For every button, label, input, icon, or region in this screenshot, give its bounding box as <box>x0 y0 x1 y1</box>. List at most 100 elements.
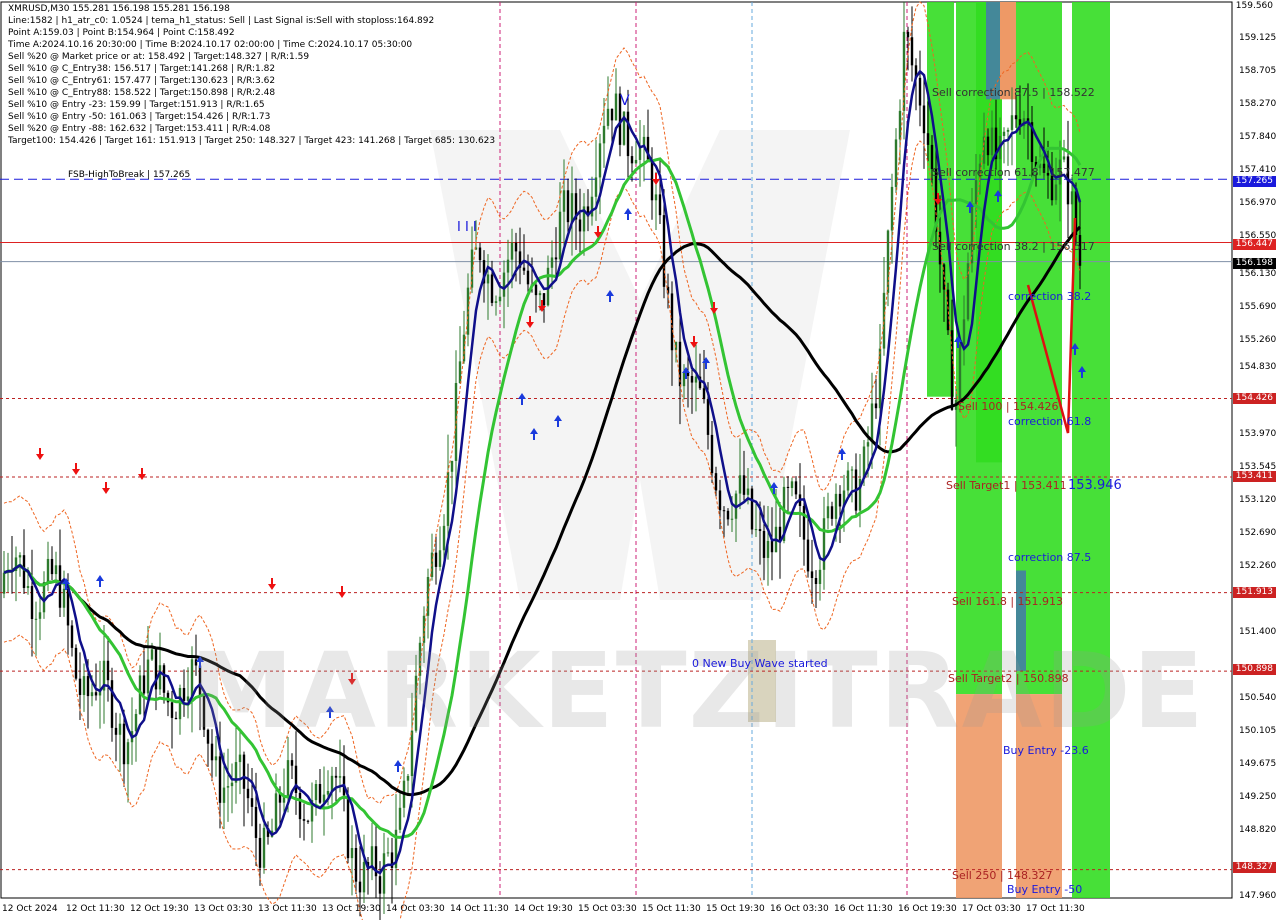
candle-body <box>814 578 818 585</box>
candle-body <box>334 775 338 778</box>
y-tick: 153.545 <box>1239 462 1277 472</box>
candle-body <box>558 211 562 260</box>
sell-arrow <box>36 448 44 460</box>
candle-body <box>602 125 606 144</box>
candle-body <box>226 786 230 788</box>
candle-body <box>502 272 506 297</box>
candle-body <box>894 139 898 187</box>
y-tick: 156.550 <box>1239 231 1277 241</box>
x-tick: 14 Oct 11:30 <box>450 904 509 914</box>
candle-body <box>762 530 766 558</box>
candle-body <box>62 588 66 608</box>
candle-body <box>318 784 322 803</box>
correction-label: correction 38.2 <box>1008 290 1092 303</box>
price-label-sell100: 154.426 <box>1232 393 1276 404</box>
candle-body <box>162 665 166 693</box>
candle-body <box>362 862 366 893</box>
y-tick: 155.260 <box>1239 335 1277 345</box>
candle-body <box>406 776 410 781</box>
candle-body <box>22 555 26 588</box>
candle-body <box>306 820 310 822</box>
candle-body <box>818 569 822 585</box>
price-label-sell250: 148.327 <box>1232 862 1276 873</box>
candle-body <box>58 565 62 608</box>
fsb-label: FSB-HighToBreak | 157.265 <box>68 170 191 180</box>
candle-body <box>1050 175 1054 201</box>
candle-body <box>110 680 114 728</box>
candle-body <box>1010 115 1014 130</box>
candle-body <box>570 193 574 223</box>
candle-body <box>54 565 58 575</box>
candle-body <box>46 558 50 583</box>
candle-body <box>70 625 74 648</box>
candle-body <box>222 787 226 803</box>
candle-body <box>42 582 46 613</box>
candle-body <box>170 702 174 718</box>
y-tick: 156.970 <box>1239 198 1277 208</box>
info-line: Sell %10 @ C_Entry61: 157.477 | Target:1… <box>8 76 276 86</box>
candle-body <box>770 540 774 553</box>
sell-level-label: Sell 250 | 148.327 <box>952 869 1053 882</box>
candle-body <box>158 665 162 690</box>
buy-arrow <box>96 575 104 587</box>
x-tick: 16 Oct 03:30 <box>770 904 829 914</box>
sell-level-label: Sell Target2 | 150.898 <box>948 672 1069 685</box>
x-tick: 12 Oct 11:30 <box>66 904 125 914</box>
info-line: Sell %10 @ Entry -50: 161.063 | Target:1… <box>8 112 271 122</box>
sell-level-label: Sell 100 | 154.426 <box>958 400 1059 413</box>
candle-body <box>514 242 518 252</box>
candle-body <box>146 659 150 694</box>
candle-body <box>766 540 770 558</box>
candle-body <box>1014 115 1018 120</box>
x-tick: 16 Oct 19:30 <box>898 904 957 914</box>
x-tick: 15 Oct 19:30 <box>706 904 765 914</box>
sell-arrow <box>102 482 110 494</box>
candle-body <box>706 399 710 435</box>
candle-body <box>298 792 302 820</box>
candle-body <box>682 372 686 387</box>
x-tick: 12 Oct 19:30 <box>130 904 189 914</box>
sell-arrow <box>138 468 146 480</box>
buy-arrow <box>838 448 846 460</box>
y-tick: 152.690 <box>1239 528 1277 538</box>
candle-body <box>150 649 154 660</box>
candle-body <box>790 481 794 489</box>
candle-body <box>694 376 698 383</box>
candle-body <box>542 293 546 306</box>
candle-body <box>446 471 450 526</box>
candle-body <box>246 788 250 799</box>
y-tick: 151.400 <box>1239 627 1277 637</box>
candle-body <box>974 180 978 207</box>
x-tick: 14 Oct 19:30 <box>514 904 573 914</box>
candle-body <box>30 586 34 620</box>
y-tick: 155.690 <box>1239 302 1277 312</box>
candle-body <box>718 490 722 511</box>
x-tick: 17 Oct 11:30 <box>1026 904 1085 914</box>
candle-body <box>326 790 330 795</box>
buy-arrow <box>394 760 402 772</box>
x-tick: 12 Oct 2024 <box>2 904 58 914</box>
candle-body <box>758 529 762 531</box>
y-tick: 157.410 <box>1239 165 1277 175</box>
candle-body <box>238 754 242 763</box>
candle-body <box>386 852 390 854</box>
candle-body <box>802 506 806 540</box>
candle-body <box>74 647 78 679</box>
candle-body <box>182 687 186 701</box>
candle-body <box>214 756 218 761</box>
candle-body <box>382 853 386 894</box>
info-line: Point A:159.03 | Point B:154.964 | Point… <box>8 28 235 38</box>
candle-body <box>926 133 930 145</box>
candle-body <box>458 361 462 384</box>
candle-body <box>614 93 618 121</box>
candle-body <box>262 827 266 868</box>
candle-body <box>690 376 694 383</box>
candle-body <box>442 525 446 551</box>
y-tick: 148.820 <box>1239 825 1277 835</box>
candle-body <box>522 267 526 271</box>
candle-body <box>590 196 594 217</box>
candle-body <box>490 274 494 303</box>
candle-body <box>466 287 470 335</box>
candle-body <box>142 675 146 694</box>
candle-body <box>630 156 634 164</box>
